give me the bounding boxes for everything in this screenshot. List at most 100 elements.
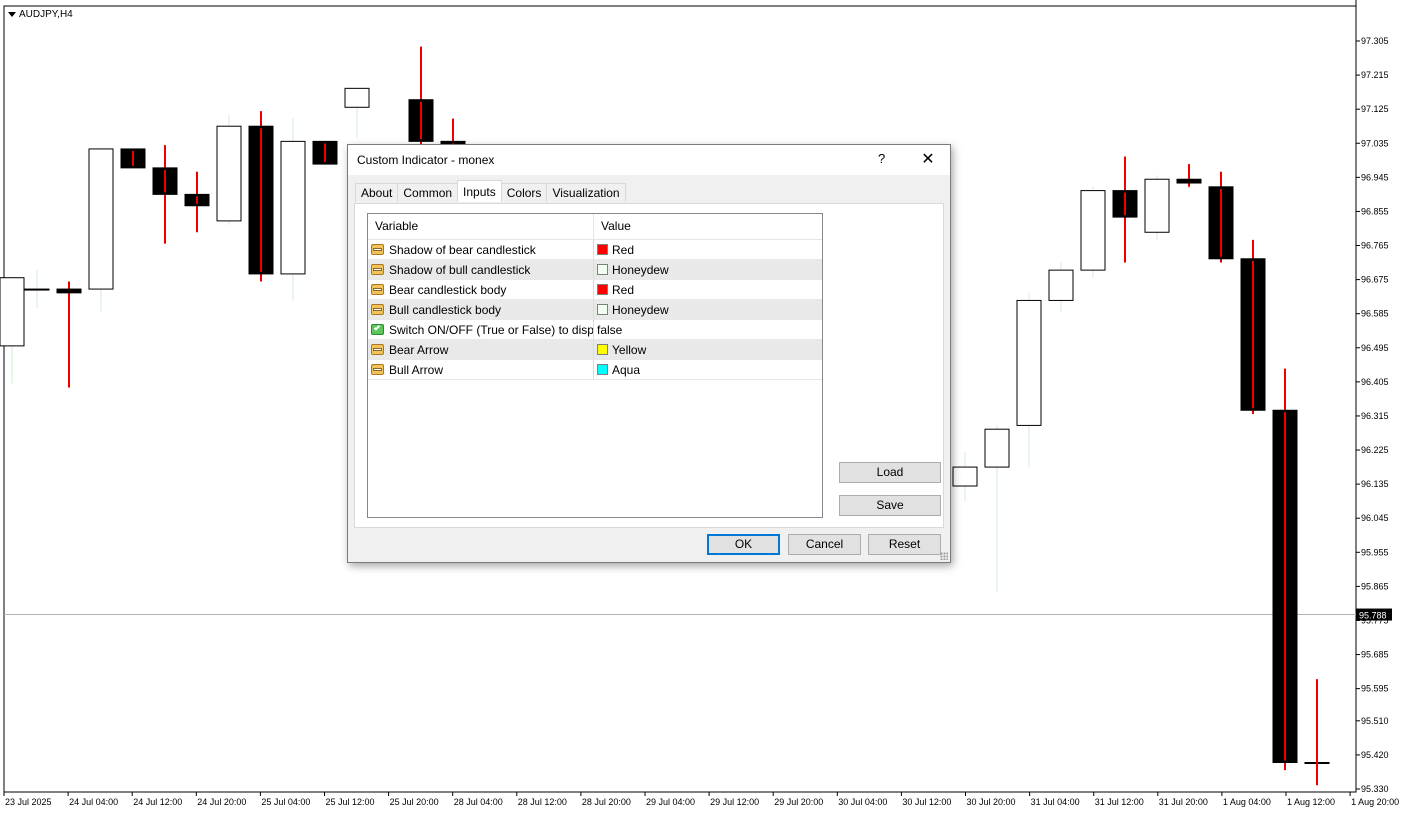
price-label: 97.305 [1361, 36, 1389, 46]
row-value[interactable]: false [594, 320, 822, 339]
tab-visualization[interactable]: Visualization [546, 183, 626, 202]
color-swatch [597, 304, 608, 315]
custom-indicator-dialog[interactable]: Custom Indicator - monex ? ✕ About Commo… [347, 144, 951, 563]
row-value[interactable]: Honeydew [594, 260, 822, 279]
variable-label: Bull candlestick body [389, 302, 502, 317]
variable-label: Bull Arrow [389, 362, 444, 377]
bull-candle-body[interactable] [88, 148, 114, 290]
bull-candle-body[interactable] [1048, 269, 1074, 301]
bull-candle-body[interactable] [1144, 178, 1170, 233]
close-icon[interactable]: ✕ [914, 148, 942, 170]
value-label: Yellow [612, 342, 647, 357]
tab-colors[interactable]: Colors [500, 183, 548, 202]
color-swatch [597, 344, 608, 355]
grid-row[interactable]: Bull Arrow Aqua [368, 360, 822, 380]
bull-candle-body[interactable] [984, 428, 1010, 468]
row-value[interactable]: Red [594, 240, 822, 259]
grid-row[interactable]: Shadow of bear candlestick Red [368, 240, 822, 260]
value-label: Honeydew [612, 262, 669, 277]
value-label: Aqua [612, 362, 641, 377]
time-label: 30 Jul 20:00 [967, 797, 1016, 807]
color-parameter-icon [370, 242, 385, 257]
dialog-tabs: About Common Inputs Colors Visualization [355, 180, 626, 203]
boolean-parameter-icon [370, 322, 385, 337]
dialog-titlebar[interactable]: Custom Indicator - monex ? ✕ [348, 145, 950, 175]
inputs-panel: Variable Value Shadow of bear candlestic… [354, 203, 944, 528]
grid-rows: Shadow of bear candlestick Red Shadow of b… [368, 240, 822, 380]
header-variable[interactable]: Variable [368, 214, 594, 239]
grid-row[interactable]: Bear candlestick body Red [368, 280, 822, 300]
symbol-dropdown-icon[interactable] [8, 12, 16, 17]
ok-button[interactable]: OK [707, 534, 780, 555]
row-value[interactable]: Honeydew [594, 300, 822, 319]
tab-inputs[interactable]: Inputs [457, 180, 502, 202]
value-label: Honeydew [612, 302, 669, 317]
load-button[interactable]: Load [839, 462, 941, 483]
row-variable: Shadow of bear candlestick [368, 240, 594, 259]
price-label: 95.865 [1361, 581, 1389, 591]
price-label: 95.685 [1361, 650, 1389, 660]
time-label: 1 Aug 04:00 [1223, 797, 1271, 807]
time-label: 31 Jul 20:00 [1159, 797, 1208, 807]
bull-candle-body[interactable] [216, 125, 242, 222]
row-value[interactable]: Yellow [594, 340, 822, 359]
color-parameter-icon [370, 302, 385, 317]
row-variable: Switch ON/OFF (True or False) to displa.… [368, 320, 594, 339]
price-label: 96.405 [1361, 377, 1389, 387]
color-parameter-icon [370, 282, 385, 297]
color-parameter-icon [370, 342, 385, 357]
price-label: 95.510 [1361, 716, 1389, 726]
grid-row[interactable]: Switch ON/OFF (True or False) to displa.… [368, 320, 822, 340]
bull-candle-body[interactable] [24, 288, 50, 291]
bull-candle-body[interactable] [344, 87, 370, 108]
price-label: 97.035 [1361, 138, 1389, 148]
grid-row[interactable]: Bear Arrow Yellow [368, 340, 822, 360]
header-value[interactable]: Value [594, 214, 822, 239]
value-label: false [597, 322, 623, 337]
time-label: 24 Jul 04:00 [69, 797, 118, 807]
value-label: Red [612, 242, 635, 257]
time-label: 30 Jul 04:00 [838, 797, 887, 807]
tab-about[interactable]: About [355, 183, 399, 202]
price-label: 96.135 [1361, 479, 1389, 489]
price-label: 95.420 [1361, 750, 1389, 760]
tab-common[interactable]: Common [397, 183, 459, 202]
price-label: 96.225 [1361, 445, 1389, 455]
grid-row[interactable]: Shadow of bull candlestick Honeydew [368, 260, 822, 280]
grid-row[interactable]: Bull candlestick body Honeydew [368, 300, 822, 320]
color-swatch [597, 264, 608, 275]
save-button[interactable]: Save [839, 495, 941, 516]
cancel-button[interactable]: Cancel [788, 534, 861, 555]
grid-header: Variable Value [368, 214, 822, 240]
bull-candle-body[interactable] [280, 140, 306, 275]
price-label: 96.495 [1361, 343, 1389, 353]
reset-button[interactable]: Reset [868, 534, 941, 555]
time-label: 28 Jul 04:00 [454, 797, 503, 807]
row-value[interactable]: Red [594, 280, 822, 299]
bull-candle-body[interactable] [1080, 190, 1106, 271]
price-label: 96.585 [1361, 309, 1389, 319]
color-swatch [597, 284, 608, 295]
value-label: Red [612, 282, 635, 297]
time-label: 25 Jul 04:00 [261, 797, 310, 807]
time-label: 30 Jul 12:00 [902, 797, 951, 807]
color-parameter-icon [370, 262, 385, 277]
chart-symbol-label: AUDJPY,H4 [8, 9, 73, 20]
resize-grip-icon[interactable] [940, 552, 948, 560]
row-variable: Bear candlestick body [368, 280, 594, 299]
time-label: 31 Jul 12:00 [1095, 797, 1144, 807]
bull-candle-body[interactable] [0, 277, 25, 347]
bull-candle-body[interactable] [1016, 299, 1042, 426]
price-label: 96.945 [1361, 172, 1389, 182]
help-icon[interactable]: ? [878, 151, 885, 166]
time-label: 28 Jul 12:00 [518, 797, 567, 807]
row-value[interactable]: Aqua [594, 360, 822, 379]
variable-label: Shadow of bull candlestick [389, 262, 531, 277]
variable-label: Bear Arrow [389, 342, 449, 357]
time-label: 24 Jul 12:00 [133, 797, 182, 807]
time-label: 24 Jul 20:00 [197, 797, 246, 807]
bull-candle-body[interactable] [952, 466, 978, 487]
inputs-grid[interactable]: Variable Value Shadow of bear candlestic… [367, 213, 823, 518]
time-label: 1 Aug 20:00 [1351, 797, 1399, 807]
price-label: 96.855 [1361, 206, 1389, 216]
